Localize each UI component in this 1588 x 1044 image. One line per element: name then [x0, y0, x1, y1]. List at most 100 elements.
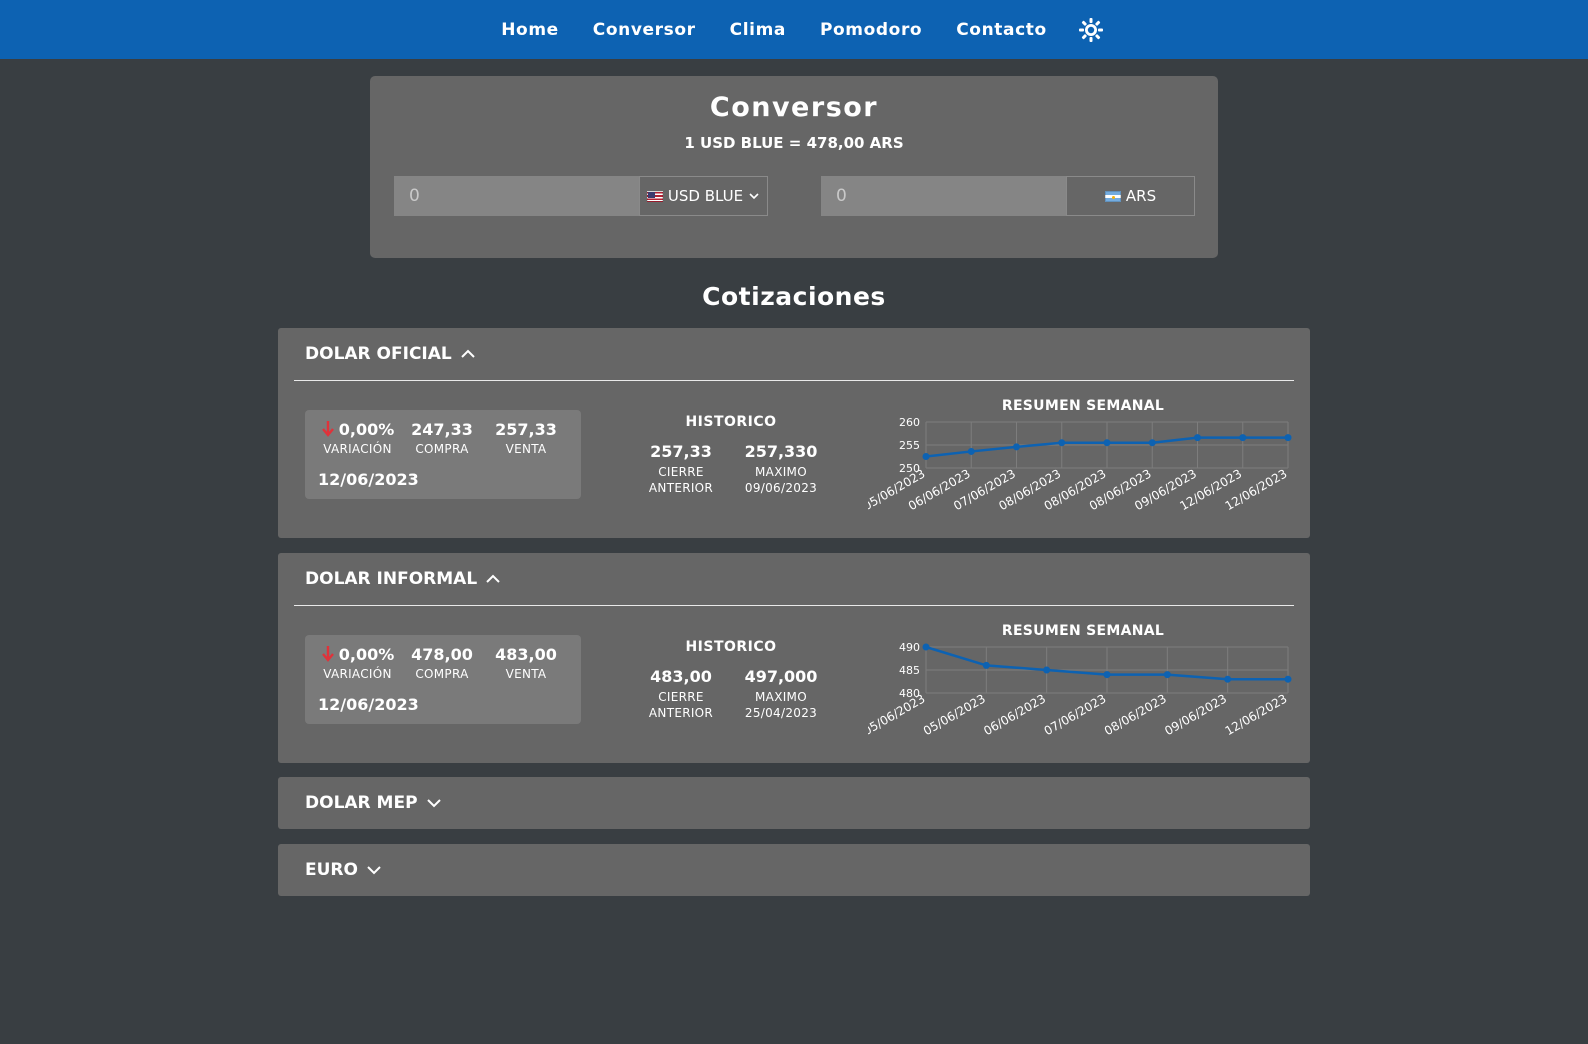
cotizaciones-title: Cotizaciones: [702, 282, 886, 311]
cierre-anterior-value: 257,33: [650, 442, 712, 461]
y-tick-label: 485: [899, 664, 920, 677]
accordion-title: DOLAR OFICIAL: [305, 344, 452, 364]
anterior-label: ANTERIOR: [648, 481, 714, 495]
y-tick-label: 490: [899, 641, 920, 654]
cierre-label: CIERRE: [658, 465, 704, 479]
compra-value: 247,33: [411, 420, 473, 439]
conversor-title: Conversor: [709, 92, 879, 123]
x-tick-label: 09/06/2023: [1162, 691, 1229, 738]
arrow-down-icon: [321, 646, 334, 662]
compra-label: COMPRA: [415, 442, 469, 456]
accordion-dolar-oficial: DOLAR OFICIAL 0,00% VARIACIÓN 247,33 COM…: [278, 328, 1310, 538]
compra-label: COMPRA: [415, 667, 469, 681]
from-currency-label: USD BLUE: [667, 187, 744, 205]
data-point: [1148, 439, 1156, 447]
nav-conversor-link[interactable]: Conversor: [593, 20, 696, 40]
data-point: [982, 661, 990, 669]
data-point: [922, 643, 930, 651]
to-currency-select[interactable]: ARS: [1066, 176, 1195, 216]
quote-summary-box: 0,00% VARIACIÓN 478,00 COMPRA 483,00 VEN…: [305, 635, 581, 724]
variacion-value: 0,00%: [338, 645, 395, 664]
cierre-anterior-block: 483,00 CIERRE ANTERIOR: [626, 667, 736, 721]
x-tick-label: 07/06/2023: [1042, 691, 1109, 738]
quote-summary-box: 0,00% VARIACIÓN 247,33 COMPRA 257,33 VEN…: [305, 410, 581, 499]
data-point: [967, 447, 975, 455]
from-currency-select[interactable]: USD BLUE: [639, 176, 768, 216]
x-tick-label: 05/06/2023: [868, 691, 928, 738]
to-currency-group: 0 ARS: [821, 176, 1195, 216]
conversor-card: Conversor 1 USD BLUE = 478,00 ARS 0 USD …: [370, 76, 1218, 258]
compra-block: 247,33 COMPRA: [405, 420, 479, 456]
venta-value: 483,00: [495, 645, 557, 664]
x-tick-label: 08/06/2023: [1102, 691, 1169, 738]
variacion-block: 0,00% VARIACIÓN: [315, 420, 400, 456]
chevron-down-icon: [426, 799, 441, 808]
maximo-block: 497,000 MAXIMO 25/04/2023: [726, 667, 836, 721]
data-point: [1058, 439, 1066, 447]
nav-links: Home Conversor Clima Pomodoro Contacto: [484, 17, 1104, 43]
us-flag-icon: [646, 190, 663, 202]
venta-value: 257,33: [495, 420, 557, 439]
maximo-date: 25/04/2023: [744, 706, 818, 720]
data-point: [1103, 671, 1111, 679]
accordion-header-euro[interactable]: EURO: [278, 844, 1310, 896]
nav-home-link[interactable]: Home: [501, 20, 559, 40]
maximo-value: 497,000: [744, 667, 818, 686]
data-point: [1194, 434, 1201, 442]
data-point: [922, 453, 930, 460]
quote-date: 12/06/2023: [318, 695, 419, 714]
maximo-label: MAXIMO: [755, 465, 807, 479]
weekly-chart-dolar-oficial: 25025526005/06/202306/06/202307/06/20230…: [868, 416, 1292, 513]
historico-title: HISTORICO: [685, 639, 777, 655]
chevron-up-icon: [461, 349, 475, 358]
x-tick-label: 06/06/2023: [981, 691, 1048, 738]
data-point: [1103, 439, 1111, 447]
divider: [294, 605, 1294, 606]
data-point: [1013, 443, 1020, 451]
data-point: [1284, 675, 1292, 683]
compra-value: 478,00: [411, 645, 473, 664]
conversion-rate: 1 USD BLUE = 478,00 ARS: [684, 134, 904, 152]
maximo-label: MAXIMO: [755, 690, 807, 704]
accordion-header-dolar-informal[interactable]: DOLAR INFORMAL: [278, 553, 1310, 605]
accordion-euro: EURO: [278, 844, 1310, 896]
x-tick-label: 05/06/2023: [921, 691, 988, 738]
data-point: [1224, 675, 1232, 683]
accordion-title: DOLAR INFORMAL: [305, 569, 478, 589]
y-tick-label: 260: [899, 416, 920, 429]
divider: [294, 380, 1294, 381]
maximo-block: 257,330 MAXIMO 09/06/2023: [726, 442, 836, 496]
compra-block: 478,00 COMPRA: [405, 645, 479, 681]
x-tick-label: 12/06/2023: [1223, 691, 1290, 738]
weekly-chart-dolar-informal: 48048549005/06/202305/06/202306/06/20230…: [868, 641, 1292, 738]
variacion-label: VARIACIÓN: [323, 667, 392, 681]
navbar: Home Conversor Clima Pomodoro Contacto: [0, 0, 1588, 59]
data-point: [1163, 671, 1171, 679]
arrow-down-icon: [321, 421, 334, 437]
nav-clima-link[interactable]: Clima: [730, 20, 786, 40]
accordion-dolar-mep: DOLAR MEP: [278, 777, 1310, 829]
venta-label: VENTA: [505, 442, 547, 456]
accordion-title: EURO: [305, 860, 358, 880]
from-currency-group: 0 USD BLUE: [394, 176, 768, 216]
variacion-label: VARIACIÓN: [323, 442, 392, 456]
nav-contacto-link[interactable]: Contacto: [956, 20, 1047, 40]
accordion-header-dolar-oficial[interactable]: DOLAR OFICIAL: [278, 328, 1310, 380]
chevron-down-icon: [749, 193, 759, 200]
variacion-value: 0,00%: [338, 420, 395, 439]
maximo-value: 257,330: [744, 442, 818, 461]
maximo-date: 09/06/2023: [744, 481, 818, 495]
historico-title: HISTORICO: [685, 414, 777, 430]
variacion-block: 0,00% VARIACIÓN: [315, 645, 400, 681]
accordion-header-dolar-mep[interactable]: DOLAR MEP: [278, 777, 1310, 829]
to-amount-input[interactable]: 0: [821, 176, 1066, 216]
venta-block: 483,00 VENTA: [489, 645, 563, 681]
nav-pomodoro-link[interactable]: Pomodoro: [820, 20, 922, 40]
chevron-down-icon: [367, 866, 381, 875]
accordion-dolar-informal: DOLAR INFORMAL 0,00% VARIACIÓN 478,00 CO…: [278, 553, 1310, 763]
cierre-anterior-value: 483,00: [650, 667, 712, 686]
quote-date: 12/06/2023: [318, 470, 419, 489]
from-amount-input[interactable]: 0: [394, 176, 639, 216]
ar-flag-icon: [1104, 190, 1121, 202]
sun-icon[interactable]: [1078, 17, 1104, 43]
